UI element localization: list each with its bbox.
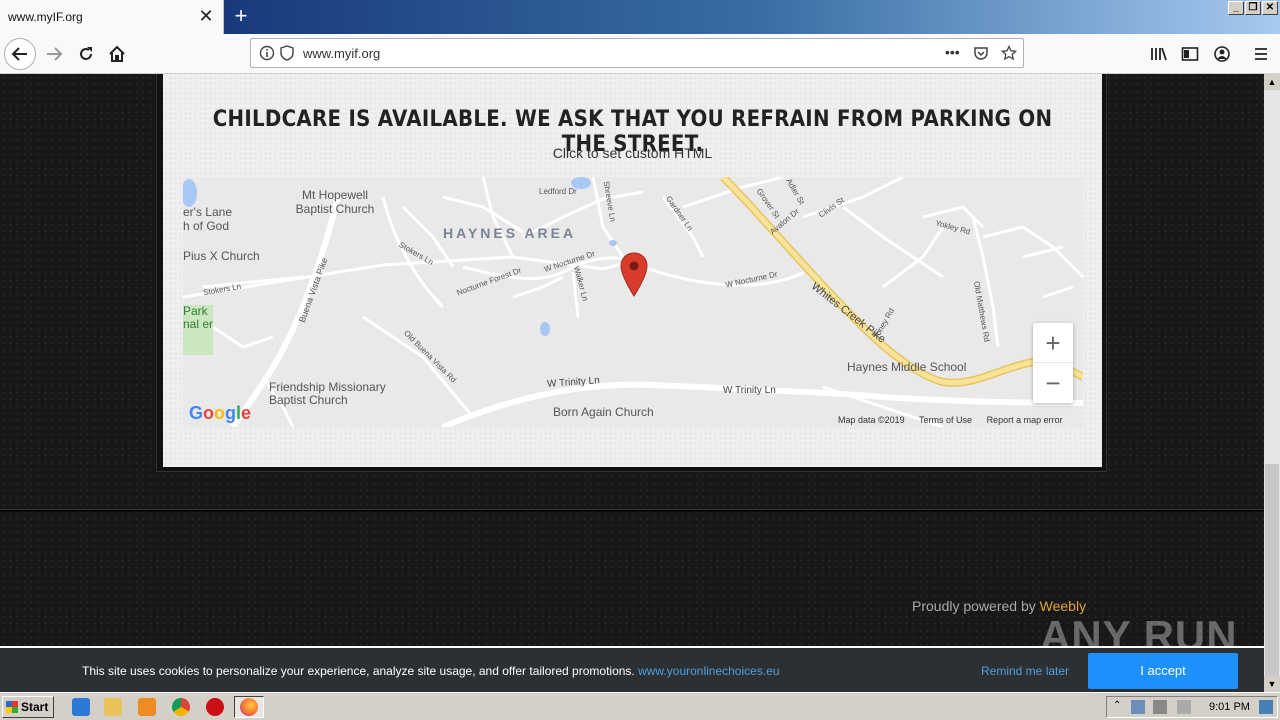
accept-cookies-button[interactable]: I accept	[1088, 653, 1238, 689]
poi-label[interactable]: er's Lane h of God	[183, 205, 235, 233]
content-section: CHILDCARE IS AVAILABLE. WE ASK THAT YOU …	[156, 74, 1107, 472]
poi-label[interactable]: Friendship Missionary Baptist Church	[269, 381, 409, 407]
poi-label[interactable]: Pius X Church	[183, 249, 260, 263]
forward-button[interactable]	[38, 38, 70, 70]
browser-tab-strip: www.myIF.org ✕ + _ ❐ ✕	[0, 0, 1280, 34]
forward-arrow-icon	[47, 47, 63, 61]
bookmark-star-icon[interactable]	[1001, 45, 1017, 61]
reload-icon	[80, 47, 92, 60]
internet-explorer-icon[interactable]	[72, 698, 90, 716]
remind-me-later-button[interactable]: Remind me later	[981, 664, 1069, 678]
sidebar-icon[interactable]	[1181, 46, 1199, 62]
home-icon	[109, 45, 125, 62]
media-player-icon[interactable]	[138, 698, 156, 716]
navigation-toolbar: www.myif.org •••	[0, 34, 1280, 74]
zoom-out-button[interactable]: −	[1033, 363, 1073, 403]
road-label: Ledford Dr	[539, 187, 577, 196]
section-divider	[0, 509, 1264, 512]
map-footer: Map data ©2019 Terms of Use Report a map…	[838, 415, 1075, 425]
hamburger-menu-icon[interactable]	[1253, 46, 1269, 62]
info-icon[interactable]	[259, 45, 275, 61]
poi-label[interactable]: Park nal er	[183, 305, 219, 331]
show-desktop-icon[interactable]	[1259, 700, 1273, 714]
cookie-text: This site uses cookies to personalize yo…	[82, 664, 639, 678]
restore-button[interactable]: ❐	[1245, 1, 1261, 15]
custom-html-placeholder[interactable]: Click to set custom HTML	[163, 145, 1102, 161]
tray-expand-icon[interactable]: ⌃	[1113, 700, 1121, 711]
account-icon[interactable]	[1213, 45, 1231, 63]
web-page: CHILDCARE IS AVAILABLE. WE ASK THAT YOU …	[0, 74, 1264, 646]
map-zoom-control: + −	[1033, 323, 1073, 403]
terms-of-use-link[interactable]: Terms of Use	[919, 415, 972, 425]
opera-icon[interactable]	[206, 698, 224, 716]
powered-by-text: Proudly powered by	[912, 598, 1040, 614]
vertical-scrollbar[interactable]: ▲ ▼	[1264, 74, 1280, 692]
system-tray: ⌃ 9:01 PM	[1106, 696, 1278, 718]
firefox-taskbar-button[interactable]	[234, 696, 264, 718]
google-map[interactable]: HAYNES AREA Mt Hopewell Baptist Church P…	[183, 177, 1083, 427]
cookie-consent-bar: This site uses cookies to personalize yo…	[0, 646, 1264, 692]
taskbar-clock[interactable]: 9:01 PM	[1209, 701, 1250, 713]
scroll-down-arrow-icon[interactable]: ▼	[1264, 676, 1280, 692]
content-panel: CHILDCARE IS AVAILABLE. WE ASK THAT YOU …	[163, 74, 1102, 467]
chrome-icon[interactable]	[172, 698, 190, 716]
location-pin-icon[interactable]	[619, 251, 649, 299]
windows-logo-icon	[6, 701, 18, 713]
close-window-button[interactable]: ✕	[1262, 1, 1278, 15]
tab-close-icon[interactable]: ✕	[197, 6, 215, 26]
road-label: W Trinity Ln	[723, 385, 776, 396]
new-tab-button[interactable]: +	[230, 4, 252, 28]
tracking-shield-icon[interactable]	[279, 45, 295, 61]
reload-button[interactable]	[70, 38, 102, 70]
windows-taskbar: Start ⌃ 9:01 PM	[0, 692, 1280, 720]
library-icon[interactable]	[1150, 46, 1168, 62]
poi-label[interactable]: Born Again Church	[553, 405, 654, 419]
volume-icon[interactable]	[1153, 700, 1167, 714]
scrollbar-thumb[interactable]	[1265, 464, 1279, 684]
folder-icon[interactable]	[104, 698, 122, 716]
report-map-error-link[interactable]: Report a map error	[987, 415, 1063, 425]
cookie-message: This site uses cookies to personalize yo…	[82, 664, 780, 678]
url-bar[interactable]: www.myif.org •••	[250, 38, 1024, 68]
tab-title: www.myIF.org	[8, 10, 83, 24]
zoom-in-button[interactable]: +	[1033, 323, 1073, 363]
map-area-label: HAYNES AREA	[443, 225, 577, 241]
url-text[interactable]: www.myif.org	[303, 46, 380, 61]
map-data-label: Map data ©2019	[838, 415, 905, 425]
poi-label[interactable]: Haynes Middle School	[847, 360, 966, 374]
network-icon[interactable]	[1131, 700, 1145, 714]
youronlinechoices-link[interactable]: www.youronlinechoices.eu	[638, 664, 779, 678]
google-logo[interactable]: Google	[189, 403, 251, 424]
home-button[interactable]	[101, 38, 133, 70]
start-button[interactable]: Start	[2, 696, 54, 718]
action-center-flag-icon[interactable]	[1177, 700, 1191, 714]
scroll-up-arrow-icon[interactable]: ▲	[1264, 74, 1280, 90]
browser-tab[interactable]: www.myIF.org ✕	[0, 0, 224, 34]
pocket-icon[interactable]	[973, 45, 989, 61]
firefox-icon	[240, 698, 258, 716]
page-actions-menu[interactable]: •••	[945, 44, 960, 60]
back-arrow-icon	[11, 47, 27, 61]
back-button[interactable]	[4, 38, 36, 70]
poi-label[interactable]: Mt Hopewell Baptist Church	[285, 188, 385, 216]
minimize-button[interactable]: _	[1228, 1, 1244, 15]
start-label: Start	[21, 700, 49, 714]
